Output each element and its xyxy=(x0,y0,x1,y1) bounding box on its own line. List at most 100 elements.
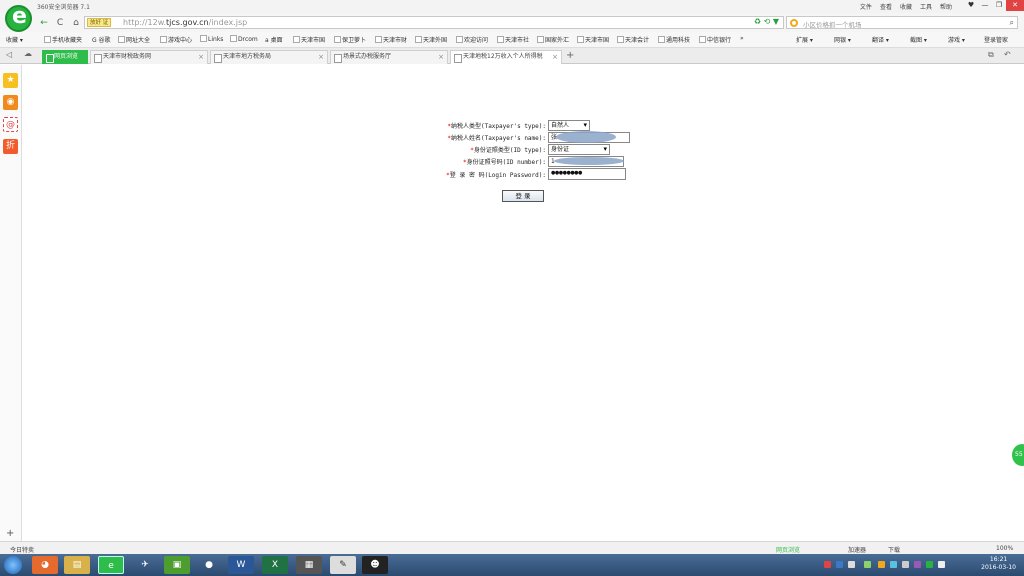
menu-help[interactable]: 帮助 xyxy=(940,2,952,11)
start-button-icon[interactable] xyxy=(4,556,22,574)
accelerator[interactable]: 加速器 xyxy=(848,545,866,554)
home-icon[interactable]: ⌂ xyxy=(70,17,82,29)
translate-menu[interactable]: 翻译 ▾ xyxy=(872,35,889,44)
password-input[interactable]: ●●●●●●●● xyxy=(548,168,626,180)
bookmark-item[interactable]: 天津市社 xyxy=(497,35,529,44)
window-tile-icon[interactable]: ⧉ xyxy=(988,50,994,60)
tab-tax-hall[interactable]: 场景式办税服务厅 × xyxy=(330,50,448,64)
bookmark-item[interactable]: 手机收藏夹 xyxy=(44,35,82,44)
bookmark-item[interactable]: 中信银行 xyxy=(699,35,731,44)
downloads[interactable]: 下载 xyxy=(888,545,900,554)
iqiyi-icon[interactable]: ▣ xyxy=(164,556,190,574)
tab-tax-bureau[interactable]: 天津市地方税务局 × xyxy=(210,50,328,64)
tray-icon[interactable] xyxy=(836,561,843,568)
mail-icon[interactable]: @ xyxy=(3,117,18,132)
bookmark-item[interactable]: 天津外国 xyxy=(415,35,447,44)
tray-icon[interactable] xyxy=(926,561,933,568)
taxpayer-type-select[interactable]: 自然人 xyxy=(548,120,590,131)
browser-task-icon[interactable]: e xyxy=(98,556,124,574)
tab-close-icon[interactable]: × xyxy=(198,51,204,63)
new-tab-button[interactable]: + xyxy=(566,50,574,61)
search-engine-icon[interactable] xyxy=(790,19,798,27)
sale-icon[interactable]: 折 xyxy=(3,139,18,154)
avatar-icon[interactable]: ☻ xyxy=(362,556,388,574)
bird-icon[interactable]: ✈ xyxy=(132,556,158,574)
star-icon[interactable]: ★ xyxy=(3,73,18,88)
sidebar-add-icon[interactable]: + xyxy=(6,528,14,539)
menu-file[interactable]: 文件 xyxy=(860,2,872,11)
tray-icon[interactable] xyxy=(824,561,831,568)
folder-icon[interactable]: ▤ xyxy=(64,556,90,574)
bookmark-item[interactable]: 天津会计 xyxy=(617,35,649,44)
bookmark-item[interactable]: 游戏中心 xyxy=(160,35,192,44)
floating-badge[interactable]: 55 xyxy=(1012,444,1024,466)
close-button[interactable]: ✕ xyxy=(1006,0,1024,11)
edit-icon[interactable]: ✎ xyxy=(330,556,356,574)
search-icon[interactable]: ⌕ xyxy=(1010,18,1014,28)
excel-icon[interactable]: X xyxy=(262,556,288,574)
network-icon[interactable] xyxy=(864,561,871,568)
trust-badge[interactable]: 放好 证 xyxy=(87,18,112,27)
browsing-mode[interactable]: 网页浏览 xyxy=(776,545,800,554)
taskbar-app-icon[interactable]: ◕ xyxy=(32,556,58,574)
tab-list-icon[interactable]: ◁ xyxy=(6,50,12,59)
tab-close-icon[interactable]: × xyxy=(318,51,324,63)
bookmark-item[interactable]: 天津市财 xyxy=(375,35,407,44)
tray-icon[interactable] xyxy=(890,561,897,568)
refresh-icon[interactable]: C xyxy=(54,17,66,29)
games-menu[interactable]: 游戏 ▾ xyxy=(948,35,965,44)
menu-favorites[interactable]: 收藏 xyxy=(900,2,912,11)
word-icon[interactable]: W xyxy=(228,556,254,574)
extensions-menu[interactable]: 扩展 ▾ xyxy=(796,35,813,44)
bookmark-icon xyxy=(160,36,167,43)
tab-web-browsing[interactable]: 网页浏览 xyxy=(42,50,88,64)
bookmark-item[interactable]: 通用科技 xyxy=(658,35,690,44)
bookmark-icon xyxy=(293,36,300,43)
address-bar-icons[interactable]: ♻ ⟲ ▼ xyxy=(754,17,779,26)
daily-deals-link[interactable]: 今日特卖 xyxy=(10,545,34,554)
weibo-icon[interactable]: ◉ xyxy=(3,95,18,110)
fruit-icon[interactable]: ● xyxy=(196,556,222,574)
media-icon[interactable]: ▦ xyxy=(296,556,322,574)
login-button[interactable]: 登 录 xyxy=(502,190,544,202)
skin-icon[interactable]: ♥ xyxy=(964,0,978,11)
search-box[interactable]: 小区价格抓一个机场 ⌕ xyxy=(786,16,1018,29)
back-icon[interactable]: ← xyxy=(38,17,50,29)
minimize-button[interactable]: — xyxy=(978,0,992,11)
screenshot-menu[interactable]: 截图 ▾ xyxy=(910,35,927,44)
tray-icon[interactable] xyxy=(878,561,885,568)
clock[interactable]: 16:21 2016-03-10 xyxy=(981,556,1016,572)
bookmark-item[interactable]: 保卫萝卜 xyxy=(334,35,366,44)
bookmark-item[interactable]: 天津市国 xyxy=(293,35,325,44)
tray-icon[interactable] xyxy=(848,561,855,568)
bookmark-icon xyxy=(537,36,544,43)
tray-icon[interactable] xyxy=(902,561,909,568)
netbank-menu[interactable]: 网银 ▾ xyxy=(834,35,851,44)
tab-income-tax[interactable]: 天津地税12万收入个人所得税 × xyxy=(450,50,562,64)
id-type-select[interactable]: 身份证 xyxy=(548,144,610,155)
tray-icon[interactable] xyxy=(914,561,921,568)
bookmark-item[interactable]: 国家外汇 xyxy=(537,35,569,44)
tab-finance-portal[interactable]: 天津市财税政务网 × xyxy=(90,50,208,64)
undo-close-icon[interactable]: ↶ xyxy=(1004,50,1011,59)
bookmark-favorites[interactable]: 收藏 ▾ xyxy=(6,35,23,44)
volume-icon[interactable] xyxy=(938,561,945,568)
tab-close-icon[interactable]: × xyxy=(438,51,444,63)
menu-view[interactable]: 查看 xyxy=(880,2,892,11)
login-manager[interactable]: 登录管家 xyxy=(984,35,1008,44)
zoom-level[interactable]: 100% xyxy=(996,545,1013,552)
bookmark-item[interactable]: 网址大全 xyxy=(118,35,150,44)
bookmark-item[interactable]: a 桌面 xyxy=(265,35,283,44)
bookmark-item[interactable]: Drcom xyxy=(230,35,258,43)
tab-close-icon[interactable]: × xyxy=(552,51,558,63)
bookmarks-more[interactable]: » xyxy=(740,35,744,42)
bookmark-item[interactable]: G 谷歌 xyxy=(92,35,111,44)
menu-tools[interactable]: 工具 xyxy=(920,2,932,11)
maximize-button[interactable]: ❐ xyxy=(992,0,1006,11)
bookmark-item[interactable]: 天津市国 xyxy=(577,35,609,44)
bookmark-item[interactable]: Links xyxy=(200,35,223,43)
address-bar[interactable]: 放好 证 http://12w.tjcs.gov.cn/index.jsp ♻ … xyxy=(84,16,784,29)
url-text[interactable]: http://12w.tjcs.gov.cn/index.jsp xyxy=(123,18,247,27)
cloud-icon[interactable]: ☁ xyxy=(24,49,32,58)
bookmark-item[interactable]: 欢迎访问 xyxy=(456,35,488,44)
